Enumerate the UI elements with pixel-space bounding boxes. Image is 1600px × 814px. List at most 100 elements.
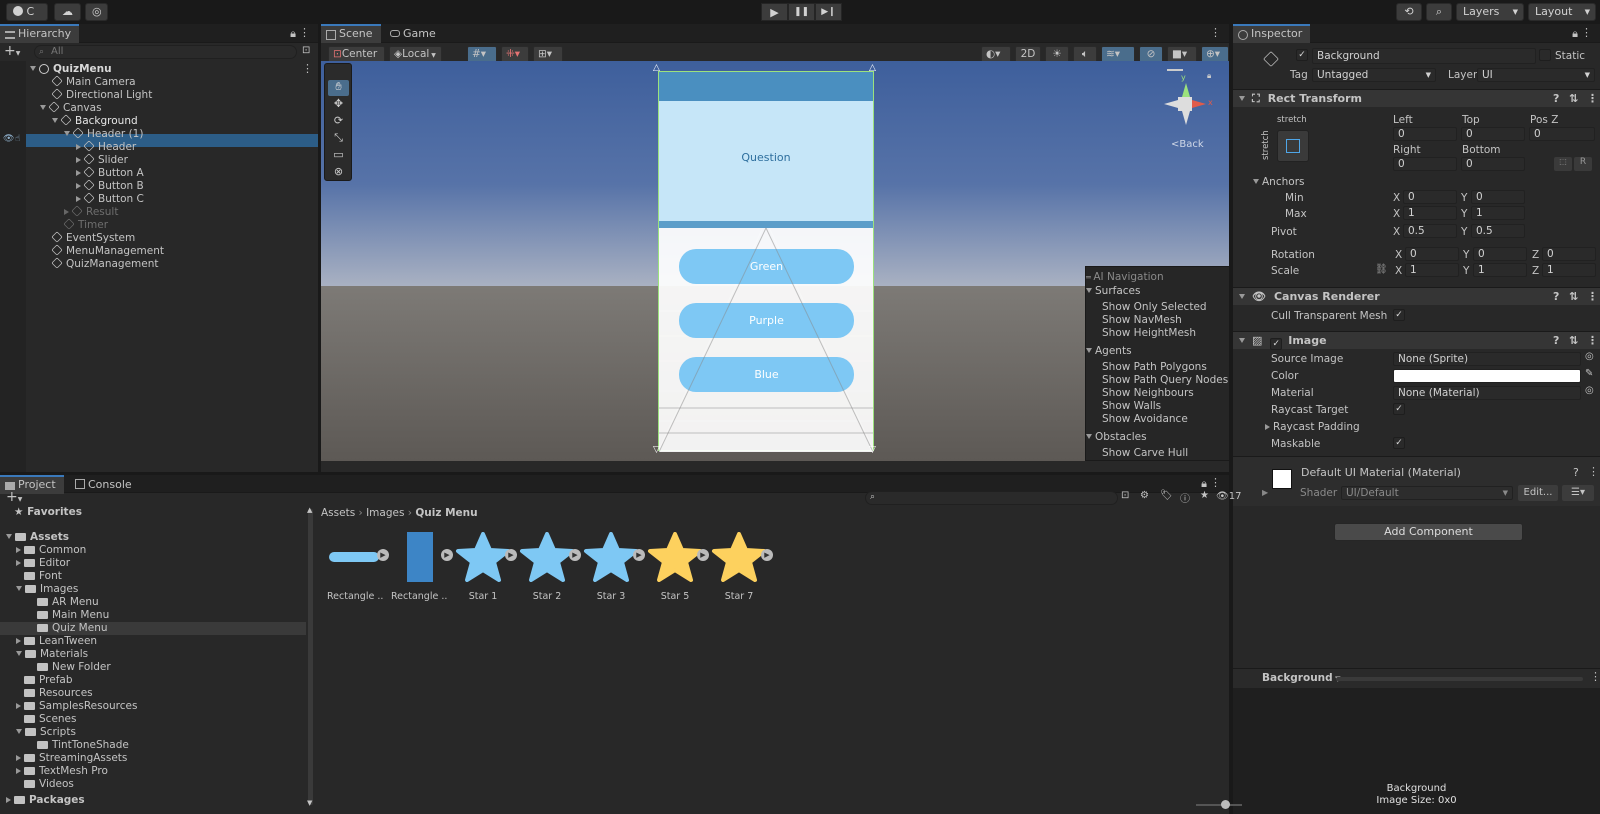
search-button[interactable]: ⌕	[1426, 3, 1452, 21]
breadcrumb-item[interactable]: Quiz Menu	[415, 507, 477, 519]
folder-item[interactable]: Font	[24, 570, 62, 583]
anchor-max-x-field[interactable]: 1	[1403, 206, 1457, 220]
hierarchy-search-input[interactable]: ⌕ All	[34, 45, 297, 59]
left-field[interactable]: 0	[1393, 127, 1457, 141]
folder-item[interactable]: Prefab	[24, 674, 73, 687]
help-icon[interactable]: ?	[1573, 466, 1579, 479]
anchor-min-y-field[interactable]: 0	[1471, 190, 1525, 204]
anchor-min-x-field[interactable]: 0	[1403, 190, 1457, 204]
asset-tile[interactable]: ▶ Star 7	[711, 532, 773, 602]
kebab-menu-icon[interactable]: ⋮	[1590, 670, 1600, 683]
folder-item[interactable]: Scripts	[16, 726, 76, 739]
account-dropdown[interactable]: C ▼	[6, 3, 48, 33]
asset-tile[interactable]: ▶ Star 5	[647, 532, 709, 602]
expand-subassets-icon[interactable]: ▶	[377, 549, 389, 561]
help-icon[interactable]: ?	[1553, 90, 1559, 108]
ai-navigation-title[interactable]: ═ AI Navigation	[1086, 271, 1251, 285]
presets-icon[interactable]: ⇅	[1569, 332, 1578, 350]
gizmo-center-cube[interactable]	[1178, 97, 1192, 111]
kebab-menu-icon[interactable]: ⋮	[1581, 26, 1592, 39]
folder-item[interactable]: Materials	[16, 648, 88, 661]
thumbnail-size-slider[interactable]	[1196, 804, 1242, 806]
help-icon[interactable]: ?	[1553, 332, 1559, 350]
raycast-padding-foldout[interactable]: Raycast Padding	[1265, 421, 1360, 433]
section-surfaces[interactable]: Surfaces	[1086, 285, 1140, 297]
folder-item[interactable]: Assets	[6, 531, 69, 544]
scroll-up-icon[interactable]: ▲	[307, 506, 312, 514]
layout-dropdown[interactable]: Layout ▼	[1528, 3, 1596, 21]
anchors-foldout[interactable]: Anchors	[1253, 176, 1304, 188]
undo-history-button[interactable]: ⟲	[1396, 3, 1422, 21]
rotation-z-field[interactable]: 0	[1542, 247, 1596, 261]
collab-button[interactable]: ◎	[85, 3, 108, 21]
hierarchy-item[interactable]: Header (1)	[64, 127, 143, 141]
anchor-handle-icon[interactable]: ▽	[869, 445, 876, 455]
add-object-button[interactable]: +▼	[4, 44, 24, 59]
layers-dropdown[interactable]: Layers ▼	[1456, 3, 1524, 21]
folder-item[interactable]: Main Menu	[37, 609, 109, 622]
axis-neg-x-cone[interactable]	[1164, 100, 1178, 108]
scroll-down-icon[interactable]: ▼	[307, 799, 312, 807]
folder-item[interactable]: AR Menu	[37, 596, 99, 609]
folder-item[interactable]: TextMesh Pro	[16, 765, 108, 778]
presets-icon[interactable]: ⇅	[1569, 90, 1578, 108]
anchor-handle-icon[interactable]: △	[653, 63, 660, 73]
scene-viewport[interactable]: ✋︎ ✥ ⟳ ⤡ ▭ ⊗ Question Green Purple Blue	[321, 61, 1229, 461]
tab-console[interactable]: Console	[70, 475, 140, 494]
section-obstacles[interactable]: Obstacles	[1086, 431, 1147, 443]
slider-knob[interactable]	[1221, 800, 1230, 809]
scene-filter-icon[interactable]: ⊡	[302, 45, 310, 56]
tab-game[interactable]: Game	[385, 24, 444, 43]
label-tag-icon[interactable]: 🏷︎	[1160, 490, 1173, 501]
hierarchy-item[interactable]: Button C	[76, 192, 144, 206]
lock-icon[interactable]: 🔒︎	[1201, 477, 1207, 491]
pause-button[interactable]: ❚❚	[788, 3, 815, 21]
pivot-x-field[interactable]: 0.5	[1403, 224, 1457, 238]
folder-item[interactable]: LeanTween	[16, 635, 97, 648]
scale-x-field[interactable]: 1	[1405, 263, 1459, 277]
hierarchy-item[interactable]: QuizManagement	[51, 257, 159, 271]
pick-hand-icon[interactable]: ☝︎	[15, 134, 20, 144]
rotation-x-field[interactable]: 0	[1405, 247, 1459, 261]
anchor-presets-button[interactable]	[1277, 130, 1309, 162]
hierarchy-item[interactable]: Directional Light	[51, 88, 152, 102]
gizmo-drag-handle[interactable]	[1167, 69, 1183, 71]
kebab-menu-icon[interactable]: ⋮	[1587, 90, 1598, 108]
object-picker-icon[interactable]: ◎	[1585, 385, 1594, 396]
folder-item[interactable]: Resources	[24, 687, 93, 700]
axis-y-cone[interactable]	[1182, 83, 1190, 97]
folder-item[interactable]: StreamingAssets	[16, 752, 127, 765]
folder-item[interactable]: Packages	[6, 794, 85, 807]
rect-transform-header[interactable]: ⛶ Rect Transform ? ⇅ ⋮	[1233, 89, 1600, 107]
hierarchy-item[interactable]: Button B	[76, 179, 144, 193]
asset-tile[interactable]: ▶ Star 2	[519, 532, 581, 602]
section-agents[interactable]: Agents	[1086, 345, 1132, 357]
preview-resize-handle[interactable]	[1336, 677, 1583, 681]
asset-tile[interactable]: ▶ Star 1	[455, 532, 517, 602]
bottom-field[interactable]: 0	[1461, 157, 1525, 171]
tree-scrollbar[interactable]	[308, 509, 313, 805]
lock-icon[interactable]: 🔒︎	[1572, 27, 1578, 41]
hierarchy-item-inactive[interactable]: Result	[64, 205, 118, 219]
image-component-header[interactable]: ▨ ✓ Image ? ⇅ ⋮	[1233, 331, 1600, 350]
folder-item[interactable]: SamplesResources	[16, 700, 137, 713]
presets-icon[interactable]: ⇅	[1569, 288, 1578, 306]
expand-subassets-icon[interactable]: ▶	[505, 549, 517, 561]
log-type-icon[interactable]: ⓘ	[1180, 490, 1190, 505]
right-field[interactable]: 0	[1393, 157, 1457, 171]
object-name-field[interactable]: Background	[1312, 48, 1536, 64]
breadcrumb-item[interactable]: Images	[366, 507, 404, 519]
visibility-eye-icon[interactable]: 👁︎	[3, 134, 14, 144]
scale-z-field[interactable]: 1	[1542, 263, 1596, 277]
kebab-menu-icon[interactable]: ⋮	[1210, 26, 1221, 39]
filter-icon[interactable]: ⚙	[1140, 490, 1149, 501]
source-image-field[interactable]: None (Sprite)	[1393, 352, 1581, 366]
color-swatch[interactable]	[1393, 369, 1581, 383]
folder-item[interactable]: Common	[16, 544, 86, 557]
object-picker-icon[interactable]: ◎	[1585, 351, 1594, 362]
hidden-packages-toggle[interactable]: 👁︎17	[1216, 491, 1241, 502]
anchor-handle-icon[interactable]: ▽	[653, 445, 660, 455]
gizmo-back-label[interactable]: <Back	[1171, 139, 1204, 150]
search-by-type-icon[interactable]: ⊡	[1121, 490, 1129, 501]
hierarchy-item[interactable]: Button A	[76, 166, 144, 180]
